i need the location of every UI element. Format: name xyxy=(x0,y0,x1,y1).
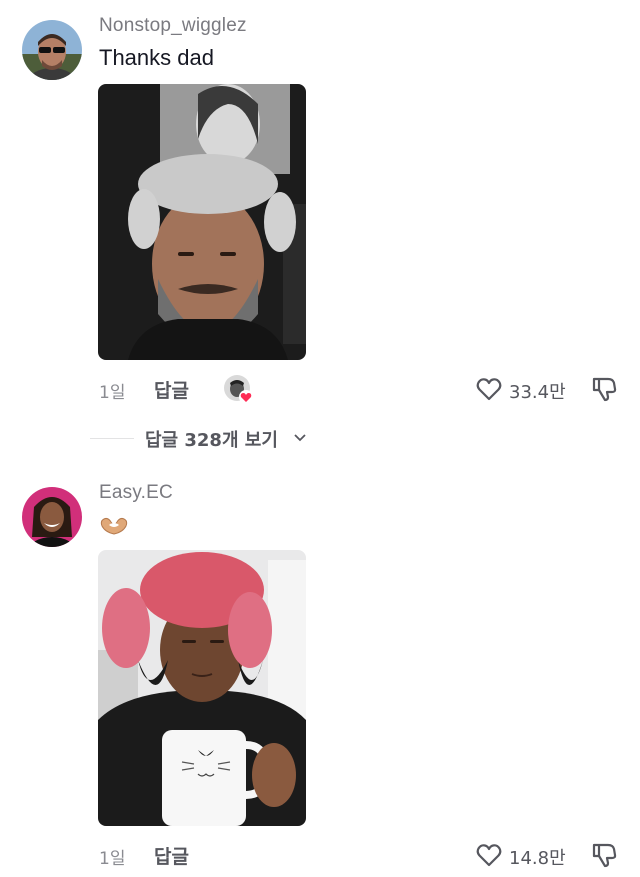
photo-image xyxy=(98,84,306,360)
heart-hands-icon xyxy=(100,517,128,535)
comment-time: 1일 xyxy=(99,849,126,869)
avatar-image xyxy=(22,20,82,80)
avatar[interactable] xyxy=(22,487,82,547)
reply-button[interactable]: 답글 xyxy=(154,376,189,403)
like-count: 14.8만 xyxy=(509,848,566,869)
creator-avatar-image xyxy=(224,375,253,404)
comment-actions: 1일 답글 33.4만 xyxy=(0,372,640,406)
comment-actions: 1일 답글 14.8만 xyxy=(0,838,640,872)
divider-line xyxy=(90,438,134,439)
creator-liked-avatar xyxy=(224,375,253,404)
comment-time: 1일 xyxy=(99,383,126,403)
chevron-down-icon xyxy=(294,434,306,442)
comment-username[interactable]: Easy.EC xyxy=(99,482,173,504)
comment-username[interactable]: Nonstop_wigglez xyxy=(99,15,247,37)
dislike-icon[interactable] xyxy=(590,375,618,403)
like-count: 33.4만 xyxy=(509,382,566,403)
heart-icon[interactable] xyxy=(476,376,502,402)
comment-photo[interactable] xyxy=(98,84,306,360)
view-replies-label: 답글 328개 보기 xyxy=(145,430,278,451)
comment-photo[interactable] xyxy=(98,550,306,826)
comment-text: Thanks dad xyxy=(99,45,214,70)
reply-button[interactable]: 답글 xyxy=(154,842,189,869)
photo-image xyxy=(98,550,306,826)
avatar[interactable] xyxy=(22,20,82,80)
dislike-icon[interactable] xyxy=(590,841,618,869)
comment-item: Easy.EC 1일 답글 14.8만 xyxy=(0,470,640,877)
avatar-image xyxy=(22,487,82,547)
comment-item: Nonstop_wigglez Thanks dad 1일 답글 33.4만 xyxy=(0,0,640,420)
view-replies-button[interactable]: 답글 328개 보기 xyxy=(0,424,640,452)
heart-icon[interactable] xyxy=(476,842,502,868)
